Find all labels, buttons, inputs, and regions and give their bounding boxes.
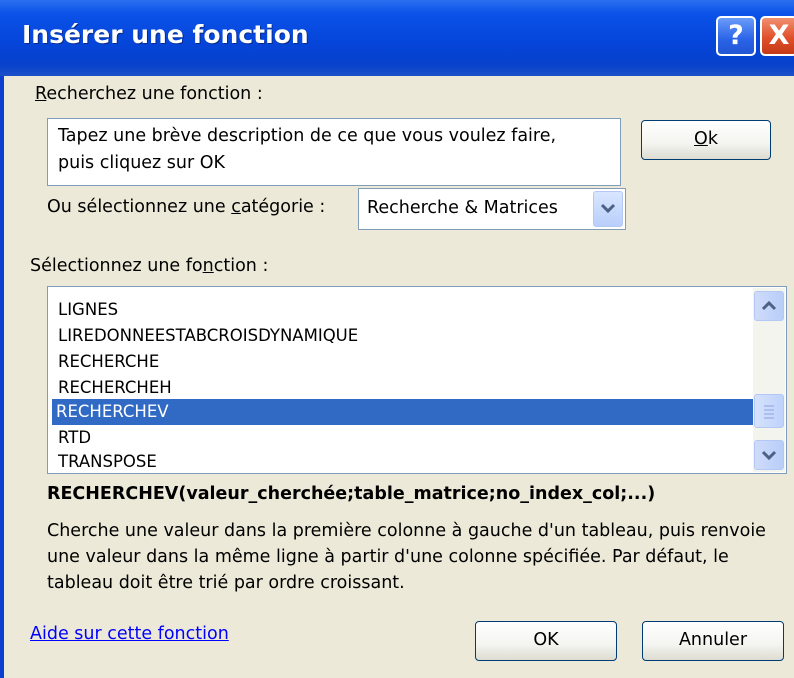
function-signature: RECHERCHEV(valeur_cherchée;table_matrice…: [47, 484, 656, 504]
dialog-title: Insérer une fonction: [22, 20, 309, 49]
category-label: Ou sélectionnez une catégorie :: [47, 197, 326, 217]
list-item[interactable]: RTD: [54, 425, 758, 451]
title-bar[interactable]: Insérer une fonction ? X: [0, 0, 794, 76]
chevron-down-icon: [600, 203, 616, 214]
search-ok-button[interactable]: Ok: [641, 120, 771, 160]
help-icon: ?: [728, 20, 744, 51]
category-select[interactable]: Recherche & Matrices: [358, 188, 626, 230]
dropdown-button[interactable]: [593, 191, 623, 227]
scroll-down-button[interactable]: [754, 440, 784, 470]
list-item[interactable]: LIREDONNEESTABCROISDYNAMIQUE: [54, 323, 758, 349]
function-list-label: Sélectionnez une fonction :: [30, 256, 269, 276]
list-item[interactable]: LIGNES: [54, 297, 758, 323]
scroll-thumb[interactable]: [754, 394, 784, 428]
list-item[interactable]: TRANSPOSE: [54, 449, 758, 473]
list-item-selected[interactable]: RECHERCHEV: [52, 399, 756, 425]
search-input-line1: Tapez une brève description de ce que vo…: [58, 126, 557, 146]
ok-button[interactable]: OK: [475, 621, 617, 661]
dialog-window: Insérer une fonction ? X Recherchez une …: [0, 0, 794, 678]
list-scrollbar[interactable]: [753, 288, 785, 472]
search-input[interactable]: Tapez une brève description de ce que vo…: [47, 118, 621, 186]
help-link[interactable]: Aide sur cette fonction: [30, 624, 229, 644]
close-icon: X: [768, 20, 790, 51]
chevron-up-icon: [761, 300, 777, 311]
category-select-value: Recherche & Matrices: [367, 198, 558, 218]
cancel-button[interactable]: Annuler: [642, 621, 784, 661]
function-list[interactable]: LIGNES LIREDONNEESTABCROISDYNAMIQUE RECH…: [47, 286, 787, 474]
chevron-down-icon: [761, 450, 777, 461]
search-input-line2: puis cliquez sur OK: [58, 153, 226, 173]
grip-icon: [764, 405, 774, 419]
list-item[interactable]: RECHERCHEH: [54, 375, 758, 401]
list-item[interactable]: RECHERCHE: [54, 349, 758, 375]
close-button[interactable]: X: [760, 16, 794, 56]
help-button[interactable]: ?: [716, 16, 756, 56]
dialog-body: Recherchez une fonction : Tapez une brèv…: [4, 76, 794, 678]
function-description: Cherche une valeur dans la première colo…: [47, 521, 766, 593]
scroll-up-button[interactable]: [754, 291, 784, 321]
search-label: Recherchez une fonction :: [35, 84, 263, 104]
